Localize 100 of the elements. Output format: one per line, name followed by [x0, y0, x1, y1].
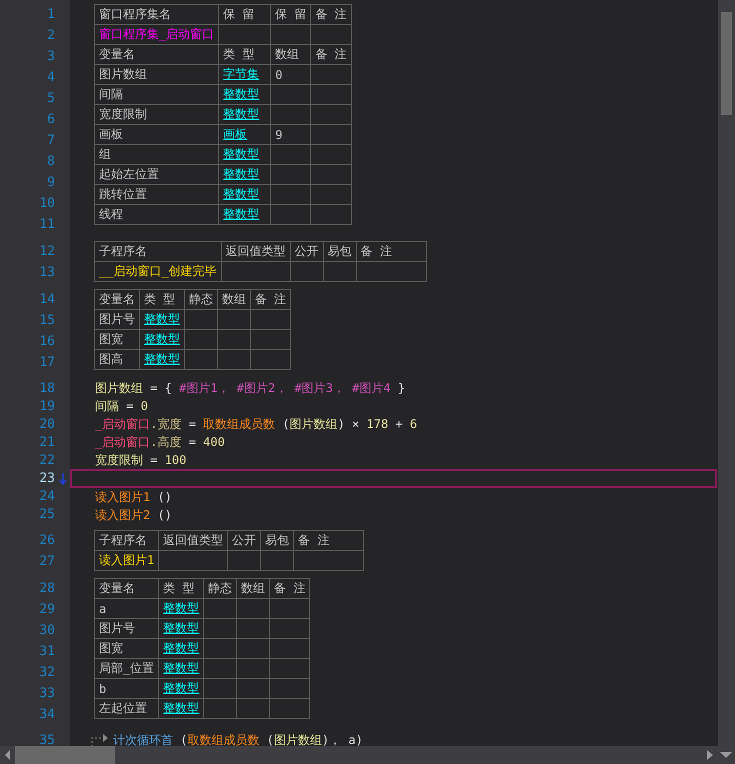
constant-name: #图片4: [351, 380, 391, 396]
table-cell: 组: [94, 144, 219, 164]
operator: (: [266, 733, 274, 746]
column-header: 备 注: [356, 242, 426, 262]
column-header: 数组: [236, 578, 270, 598]
column-header: 类 型: [218, 44, 271, 64]
line-number: 7: [46, 132, 56, 150]
scroll-left-icon[interactable]: [3, 749, 13, 761]
column-header: 备 注: [270, 578, 310, 598]
scroll-down-icon[interactable]: [720, 751, 732, 759]
constant-name: #图片1，: [179, 380, 230, 396]
operator: ) ×: [338, 417, 360, 431]
type-link[interactable]: 整数型: [140, 350, 184, 370]
line-number: 9: [46, 174, 56, 192]
type-link[interactable]: 画板: [218, 124, 271, 144]
column-header: 保 留: [218, 4, 271, 24]
scroll-right-icon[interactable]: [706, 749, 714, 761]
scrollbar-thumb[interactable]: [721, 12, 732, 115]
operator: = {: [149, 381, 173, 395]
type-link[interactable]: 整数型: [158, 618, 204, 638]
table-cell: 图宽: [94, 330, 140, 350]
table-cell: 9: [270, 124, 311, 144]
line-number: 3: [46, 48, 56, 66]
scrollbar-thumb[interactable]: [15, 746, 115, 764]
table-cell: 起始左位置: [94, 164, 219, 184]
table-cell: 线程: [94, 204, 219, 224]
function-call: 取数组成员数: [203, 416, 276, 432]
line-number: 23: [39, 470, 55, 486]
line-number: 10: [38, 195, 56, 213]
variable-name: 宽度限制: [95, 452, 143, 468]
type-link[interactable]: 整数型: [218, 144, 271, 164]
line-number: 31: [38, 643, 56, 661]
column-header: 易包: [323, 242, 356, 262]
operator: =: [125, 399, 134, 413]
line-number: 1: [46, 6, 56, 24]
column-header: 公开: [290, 242, 324, 262]
type-link[interactable]: 整数型: [140, 330, 184, 350]
variable-name: 间隔: [95, 398, 119, 414]
operator: =: [188, 435, 197, 449]
operator: }: [396, 381, 406, 395]
line-number: 5: [46, 90, 56, 108]
column-header: 类 型: [140, 290, 184, 310]
column-header: 备 注: [310, 4, 352, 24]
type-link[interactable]: 整数型: [218, 184, 271, 204]
column-header: 数组: [270, 44, 311, 64]
type-link[interactable]: 整数型: [158, 658, 204, 678]
line-number: 19: [39, 398, 55, 414]
line-number: 11: [38, 216, 56, 234]
line-number: 24: [39, 488, 55, 504]
operator: (: [281, 417, 290, 431]
type-link[interactable]: 整数型: [158, 698, 204, 718]
operator: (): [156, 508, 172, 522]
line-number: 20: [39, 416, 55, 432]
type-link[interactable]: 整数型: [218, 204, 271, 224]
type-link[interactable]: 整数型: [218, 84, 271, 104]
table-cell: b: [94, 678, 159, 698]
type-link[interactable]: 整数型: [140, 310, 184, 330]
type-link[interactable]: 整数型: [158, 638, 204, 658]
table-cell: 图片号: [94, 310, 140, 330]
operator: +: [394, 417, 404, 431]
window-name: _启动窗口: [95, 416, 150, 432]
column-header: 子程序名: [94, 530, 159, 550]
line-number: 26: [38, 532, 56, 550]
line-number: 4: [46, 69, 56, 87]
constant-name: #图片3，: [293, 380, 345, 396]
type-link[interactable]: 整数型: [218, 104, 271, 124]
operator: (): [156, 490, 172, 504]
variable-name: 图片数组: [290, 416, 338, 432]
number-literal: 0: [140, 399, 148, 413]
variable-name: 图片数组: [274, 732, 322, 746]
horizontal-scrollbar[interactable]: [0, 746, 735, 764]
operator: =: [149, 453, 158, 467]
number-literal: 178: [366, 417, 388, 431]
operator: =: [188, 417, 197, 431]
line-number: 25: [39, 506, 55, 522]
type-link[interactable]: 整数型: [158, 678, 204, 698]
column-header: 子程序名: [94, 242, 222, 262]
table-cell: 0: [270, 64, 311, 84]
function-call: 读入图片2: [95, 506, 150, 524]
down-arrow-icon: [59, 473, 67, 485]
number-literal: 6: [410, 417, 418, 431]
column-header: 备 注: [294, 530, 364, 550]
property-name: .高度: [150, 434, 182, 450]
type-link[interactable]: 整数型: [158, 598, 204, 618]
line-number: 12: [38, 243, 56, 261]
table-cell: 宽度限制: [94, 104, 219, 124]
column-header: 备 注: [250, 290, 291, 310]
line-number: 15: [38, 312, 56, 330]
type-link[interactable]: 整数型: [218, 164, 271, 184]
line-number: 22: [39, 452, 55, 468]
column-header: 备 注: [310, 44, 352, 64]
table-cell: 左起位置: [94, 698, 159, 718]
column-header: 数组: [218, 290, 250, 310]
column-header: 保 留: [270, 4, 311, 24]
type-link[interactable]: 字节集: [218, 64, 271, 84]
subprogram-name: __启动窗口_创建完毕: [94, 262, 222, 282]
column-header: 公开: [228, 530, 261, 550]
vertical-scrollbar[interactable]: [718, 0, 735, 746]
line-number: 35: [39, 732, 55, 746]
column-header: 变量名: [94, 578, 159, 598]
